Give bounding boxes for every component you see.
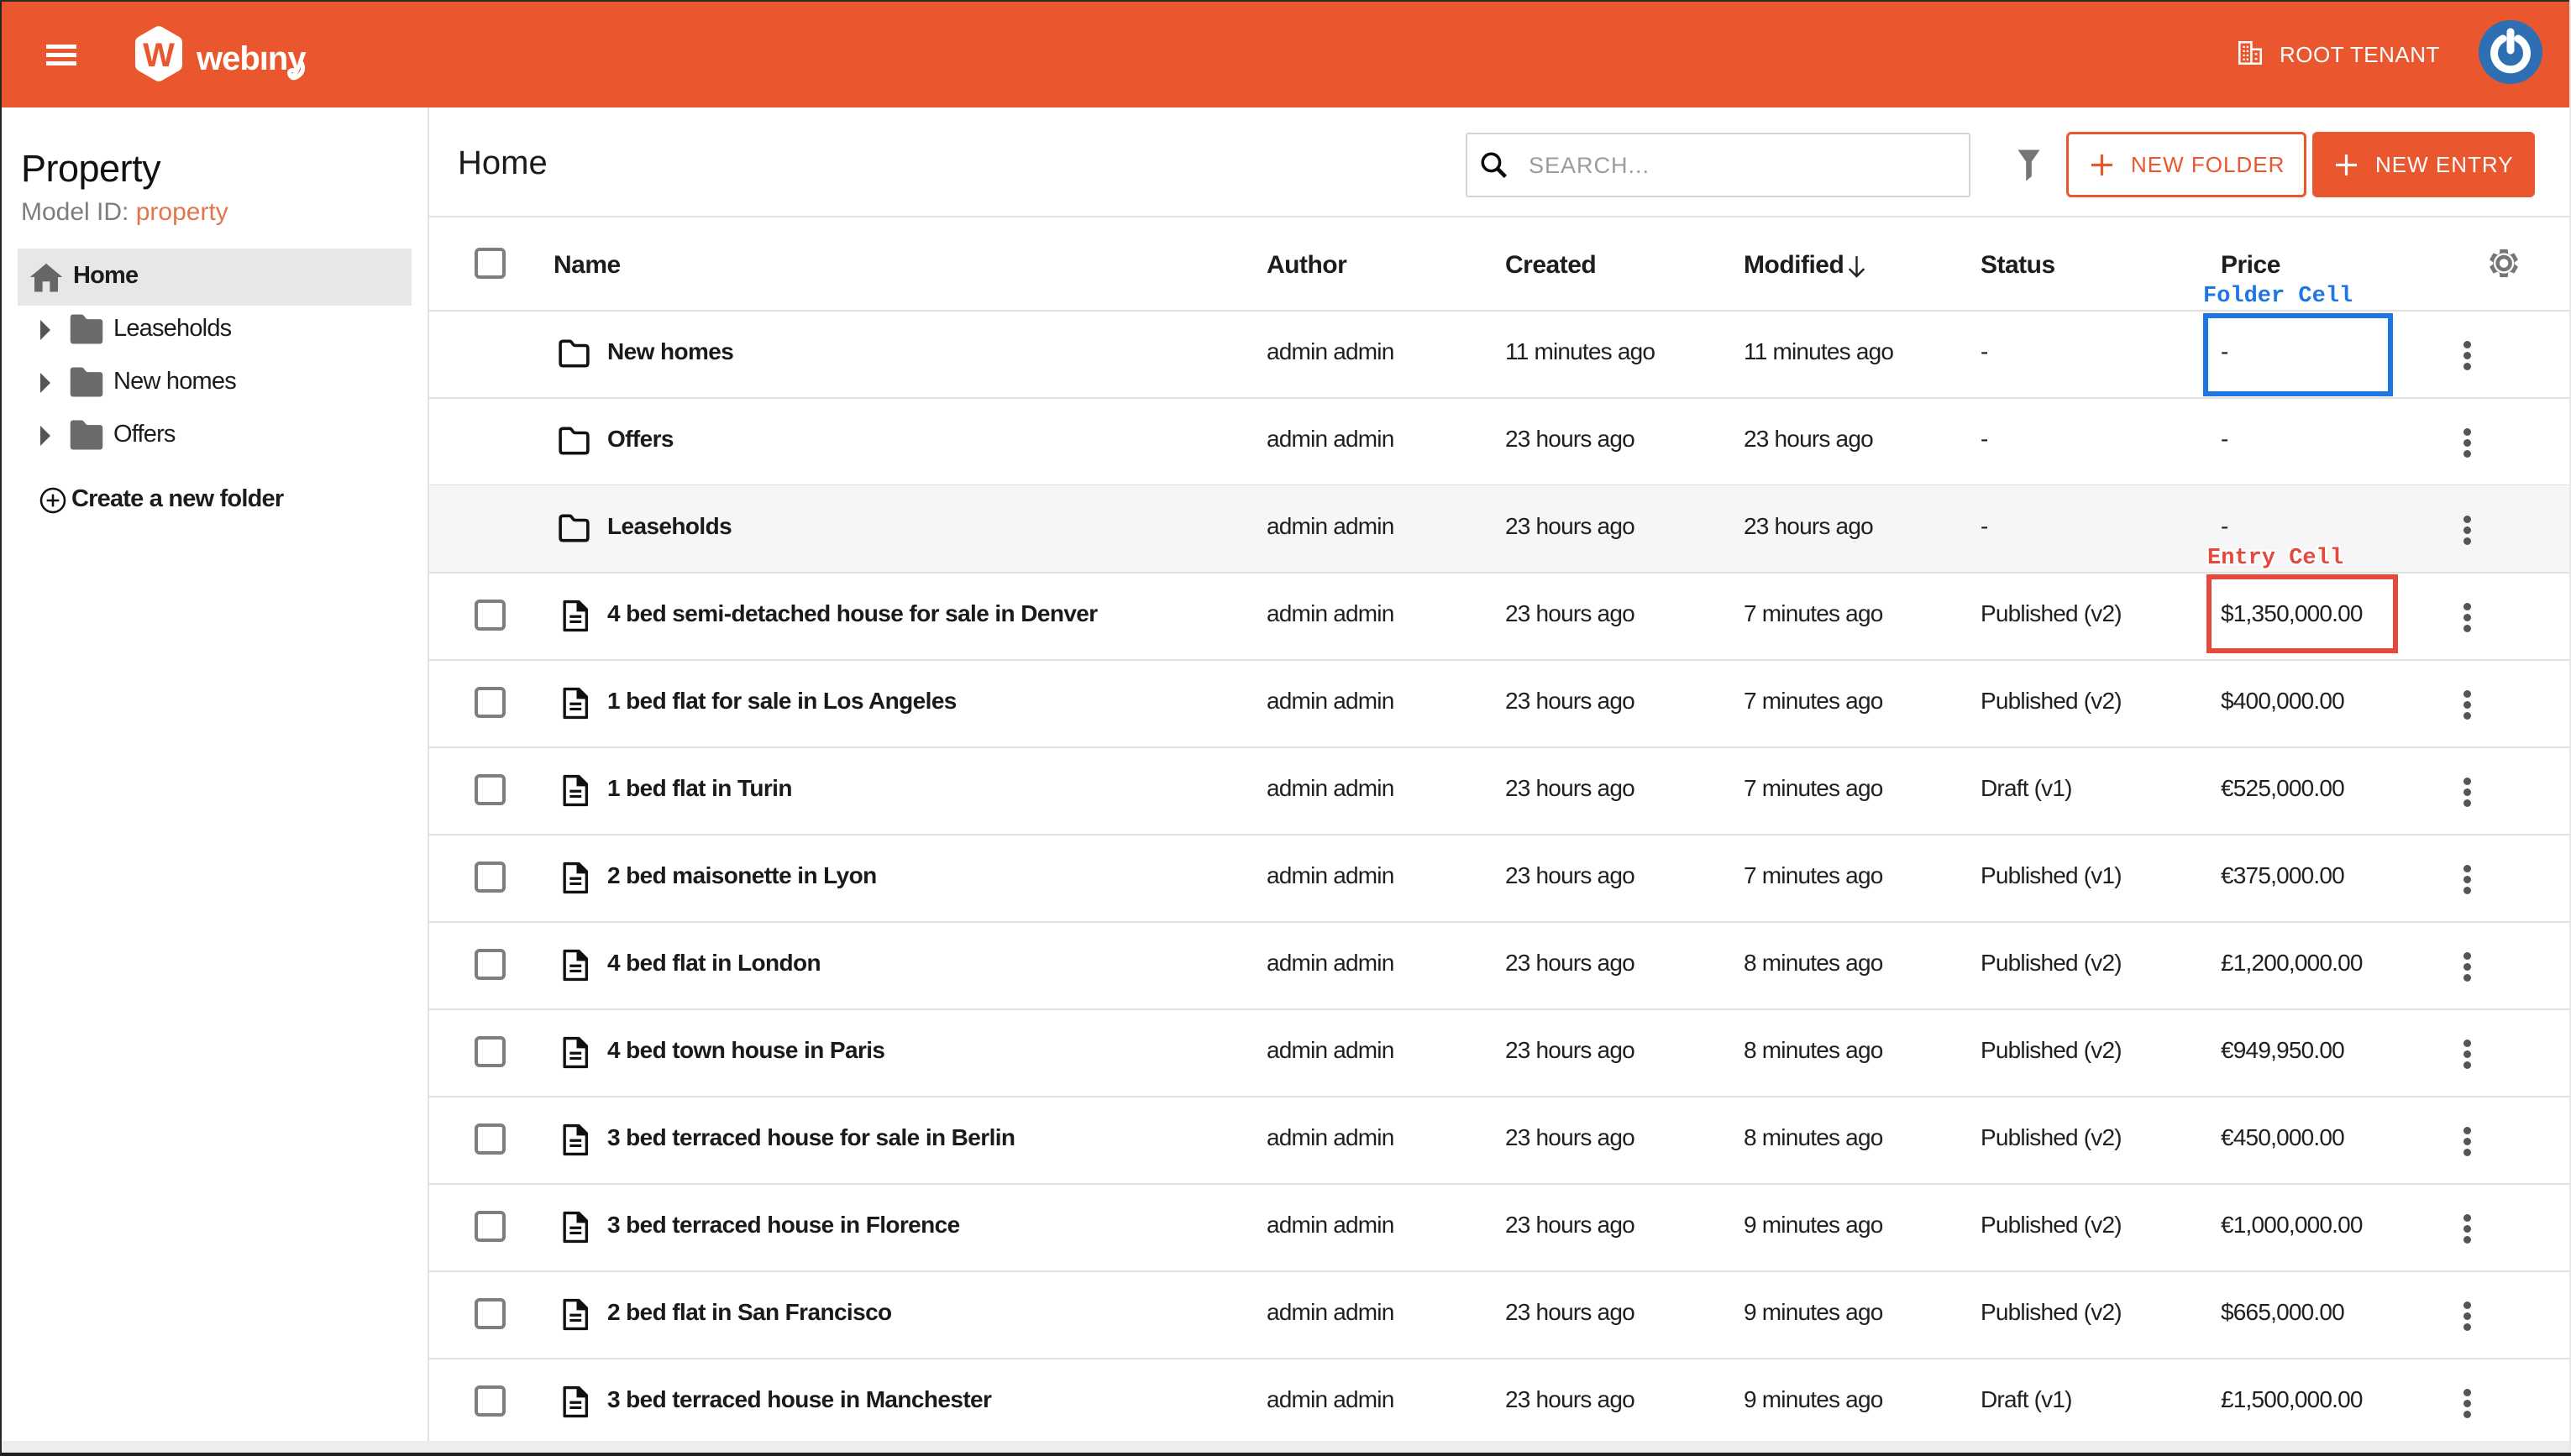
svg-text:W: W (143, 37, 175, 74)
